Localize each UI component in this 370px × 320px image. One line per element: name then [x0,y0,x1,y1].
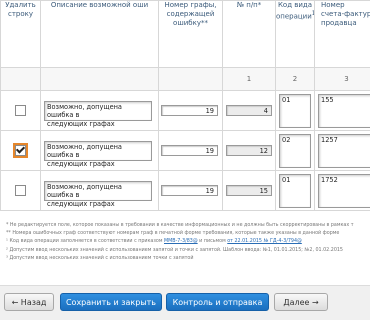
delete-cell [0,130,41,171]
seq-cell: 4 [222,90,276,131]
description-line-2: следующих графах [47,199,115,208]
seq-number-value: 4 [226,105,272,116]
seq-cell: 12 [222,130,276,171]
field-number-cell: 19 [158,90,223,131]
footnotes: * Не редактируется поле, которое показан… [6,222,370,263]
description-line-2: следующих графах [47,159,115,168]
seq-number-value: 12 [226,145,272,156]
footnote-5: ³ Допустим ввод нескольких значений с ис… [6,255,194,261]
invoice-cell: 1752 [314,170,370,211]
header-field-label-1: Номер графы, [164,1,217,10]
description-field[interactable]: Возможно, допущена ошибка в следующих гр… [44,180,152,208]
field-number-input[interactable]: 19 [161,105,218,116]
order-link[interactable]: ММВ-7-3/83@ [164,239,198,244]
description-field[interactable]: Возможно, допущена ошибка в следующих гр… [44,140,152,168]
invoice-number-input[interactable]: 1752 [318,173,370,208]
footnote-1: * Не редактируется поле, которое показан… [6,223,354,228]
delete-row-checkbox[interactable] [15,105,26,116]
description-line-1: Возможно, допущена ошибка в [47,102,122,120]
invoice-number-input[interactable]: 1257 [318,133,370,168]
next-button[interactable]: Далее → [274,293,328,311]
description-line-2: следующих графах [47,119,115,128]
column-numbering-row: 1 2 3 [0,67,370,91]
field-number-input[interactable]: 19 [161,145,218,156]
back-button[interactable]: ← Назад [4,293,54,311]
operation-code-input[interactable]: 01 [279,173,311,208]
error-correction-form: Удалить строку Описание возможной оши Но… [0,0,370,320]
seq-cell: 15 [222,170,276,211]
numbering-cell: 2 [275,67,315,91]
header-inv-label-1: Номер [321,1,345,10]
numbering-cell: 1 [222,67,276,91]
table-row: Возможно, допущена ошибка в следующих гр… [0,130,370,171]
footnote-3-text-a: ¹ Код вида операции заполняется в соотве… [6,239,164,245]
header-field-label-2: содержащей [166,10,215,18]
header-field-label-3: ошибку** [173,19,208,27]
header-op-label-2: операции1 [276,10,314,21]
header-delete-label-1: Удалить [5,1,36,10]
header-seq-label: № п/п* [236,1,262,10]
header-inv-label-3: продавца [321,19,357,27]
seq-number-value: 15 [226,185,272,196]
field-number-input[interactable]: 19 [161,185,218,196]
numbering-cell [158,67,223,91]
table-row: Возможно, допущена ошибка в следующих гр… [0,90,370,131]
description-cell: Возможно, допущена ошибка в следующих гр… [40,170,159,211]
description-line-1: Возможно, допущена ошибка в [47,142,122,160]
operation-code-input[interactable]: 01 [279,93,311,128]
footnote-3-text-b: и письмом [197,239,228,245]
header-delete-label-2: строку [7,10,34,18]
field-number-cell: 19 [158,170,223,211]
header-description: Описание возможной оши [40,0,159,68]
header-seq-number: № п/п* [222,0,276,68]
delete-cell [0,90,41,131]
numbering-cell [0,67,41,91]
header-field-number: Номер графы, содержащей ошибку** [158,0,223,68]
operation-code-cell: 02 [275,130,315,171]
invoice-cell: 155 [314,90,370,131]
delete-cell [0,170,41,211]
delete-row-checkbox[interactable] [15,185,26,196]
description-field[interactable]: Возможно, допущена ошибка в следующих гр… [44,100,152,128]
letter-link[interactable]: от 22.01.2015 № ГД-4-3/794@ [227,239,302,244]
footnote-2: ** Номера ошибочных граф соответствуют н… [6,231,340,237]
field-number-cell: 19 [158,130,223,171]
bottom-toolbar: ← Назад Сохранить и закрыть Контроль и о… [0,285,370,320]
footnote-4: ² Допустим ввод нескольких значений с ис… [6,247,343,253]
header-description-label: Описание возможной оши [50,1,149,10]
footnote-3: ¹ Код вида операции заполняется в соотве… [6,238,370,246]
description-line-1: Возможно, допущена ошибка в [47,182,122,200]
header-operation-code: Код вида операции1 [275,0,315,68]
operation-code-cell: 01 [275,170,315,211]
description-cell: Возможно, допущена ошибка в следующих гр… [40,90,159,131]
numbering-cell: 3 [314,67,370,91]
invoice-cell: 1257 [314,130,370,171]
errors-table: Удалить строку Описание возможной оши Но… [0,0,370,211]
description-cell: Возможно, допущена ошибка в следующих гр… [40,130,159,171]
header-delete-row: Удалить строку [0,0,41,68]
header-op-label-2-text: операции [276,12,312,21]
checkbox-highlight [13,143,28,158]
operation-code-cell: 01 [275,90,315,131]
header-invoice-number: Номер счета-фактуры продавца [314,0,370,68]
header-inv-label-2: счета-фактуры [321,10,370,18]
header-op-label-1: Код вида [277,1,313,10]
invoice-number-input[interactable]: 155 [318,93,370,128]
operation-code-input[interactable]: 02 [279,133,311,168]
numbering-cell [40,67,159,91]
table-row: Возможно, допущена ошибка в следующих гр… [0,170,370,211]
save-and-close-button[interactable]: Сохранить и закрыть [60,293,162,311]
control-and-send-button[interactable]: Контроль и отправка [166,293,269,311]
table-header-row: Удалить строку Описание возможной оши Но… [0,0,370,68]
delete-row-checkbox[interactable] [15,145,26,156]
